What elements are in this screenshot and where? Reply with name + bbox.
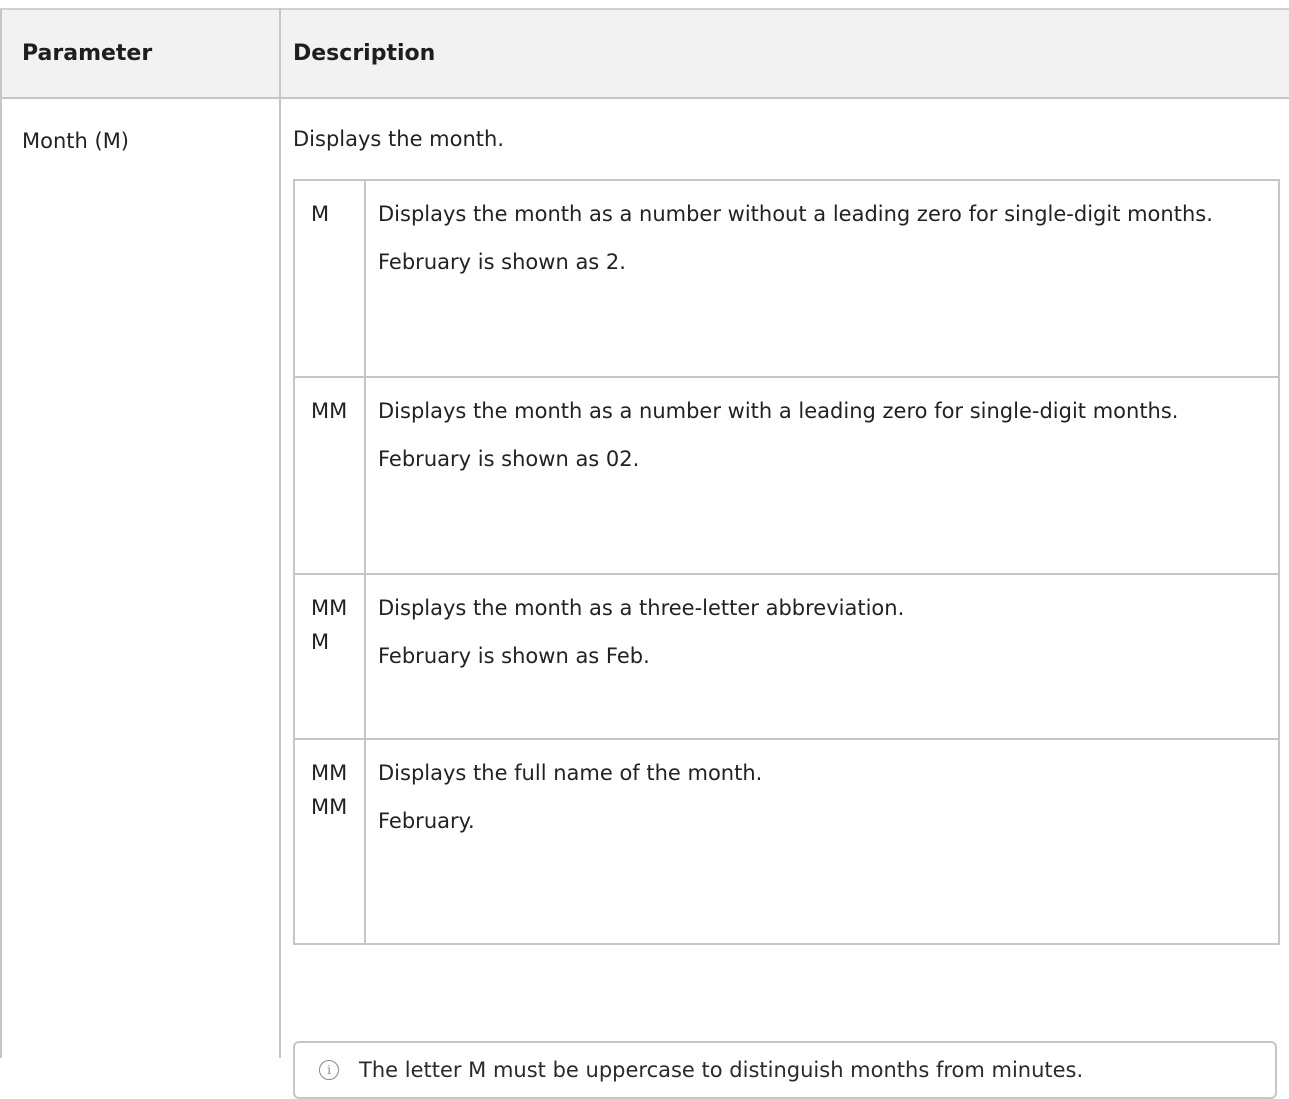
format-code: MM [293,376,366,575]
format-row: M Displays the month as a number without… [293,179,1280,378]
parameter-cell: Month (M) [0,98,281,1058]
format-example: February is shown as Feb. [378,644,650,668]
description-intro: Displays the month. [293,127,504,151]
format-row: MMMM Displays the full name of the month… [293,738,1280,945]
format-detail: Displays the month as a number without a… [364,179,1280,378]
format-description: Displays the month as a three-letter abb… [378,596,905,620]
format-row: MM Displays the month as a number with a… [293,376,1280,575]
format-example: February. [378,809,475,833]
format-code: MMMM [293,738,366,945]
format-detail: Displays the full name of the month. Feb… [364,738,1280,945]
format-example: February is shown as 02. [378,447,640,471]
description-cell: Displays the month. M Displays the month… [279,98,1289,1099]
format-code: M [293,179,366,378]
info-icon: i [319,1060,339,1080]
header-description: Description [279,8,1289,99]
format-description: Displays the month as a number without a… [378,202,1213,226]
table-row: Month (M) Displays the month. M Displays… [0,98,1289,1099]
header-parameter: Parameter [0,8,281,99]
info-note-text: The letter M must be uppercase to distin… [359,1058,1084,1082]
format-table: M Displays the month as a number without… [293,179,1280,945]
format-example: February is shown as 2. [378,250,626,274]
parameter-table: Parameter Description Month (M) Displays… [0,8,1289,1099]
format-code: MMM [293,573,366,740]
format-row: MMM Displays the month as a three-letter… [293,573,1280,740]
table-header-row: Parameter Description [0,8,1289,99]
format-description: Displays the month as a number with a le… [378,399,1179,423]
format-detail: Displays the month as a three-letter abb… [364,573,1280,740]
format-description: Displays the full name of the month. [378,761,763,785]
format-detail: Displays the month as a number with a le… [364,376,1280,575]
info-note: i The letter M must be uppercase to dist… [293,1041,1277,1099]
